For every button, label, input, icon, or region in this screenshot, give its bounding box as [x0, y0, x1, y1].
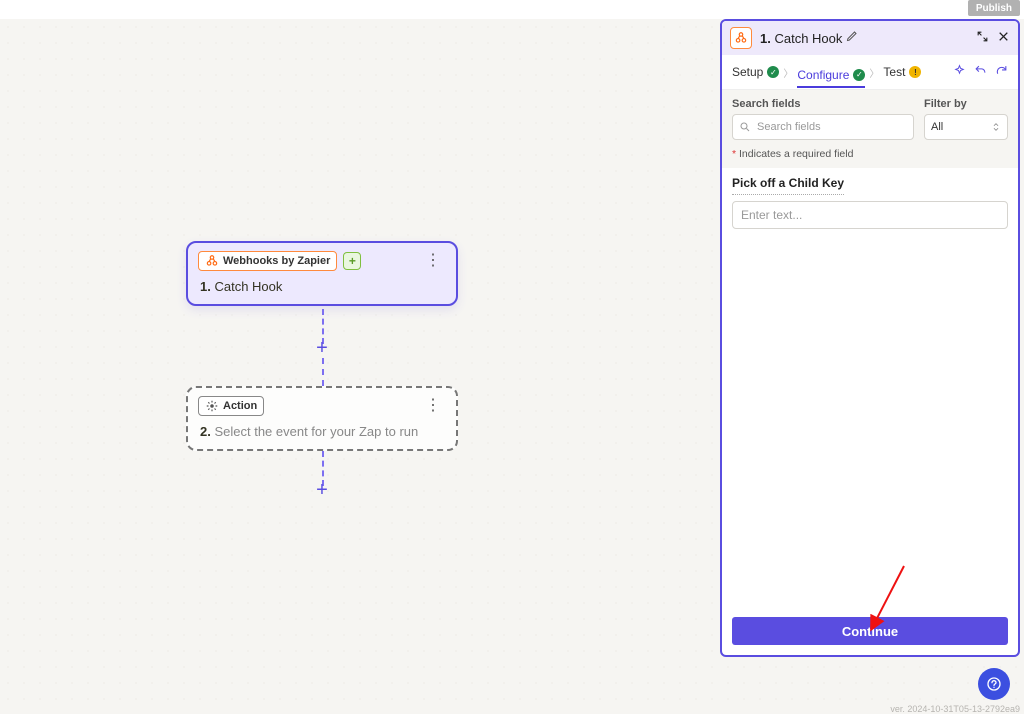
connector-line: [322, 358, 324, 386]
check-icon: ✓: [767, 66, 779, 78]
required-note: * Indicates a required field: [722, 148, 1018, 168]
annotation-arrow: [864, 562, 912, 636]
search-filter-row: Search fields Search fields Filter by Al…: [722, 90, 1018, 148]
tabs-tools: [953, 64, 1008, 80]
tab-configure-label: Configure: [797, 68, 849, 82]
app-chip-webhooks[interactable]: Webhooks by Zapier: [198, 251, 337, 271]
add-step-end[interactable]: +: [313, 481, 331, 499]
version-text: ver. 2024-10-31T05-13-2792ea9: [890, 704, 1020, 714]
tab-setup-label: Setup: [732, 65, 763, 79]
tab-test[interactable]: Test !: [883, 63, 921, 81]
tab-configure[interactable]: Configure ✓: [797, 66, 865, 88]
search-icon: [739, 121, 751, 133]
search-fields-label: Search fields: [732, 98, 914, 110]
asterisk-icon: *: [732, 148, 736, 160]
webhooks-icon: [205, 254, 219, 268]
filter-value: All: [931, 121, 943, 133]
filter-by-select[interactable]: All: [924, 114, 1008, 140]
chevron-updown-icon: [991, 122, 1001, 132]
tab-setup[interactable]: Setup ✓: [732, 63, 779, 81]
node-action-header: Action ⋮: [188, 388, 456, 420]
webhooks-icon: [734, 31, 748, 45]
panel-header: 1. Catch Hook: [722, 21, 1018, 55]
close-icon[interactable]: [997, 30, 1010, 46]
node-trigger-body: 1. Catch Hook: [188, 275, 456, 304]
action-chip[interactable]: Action: [198, 396, 264, 416]
search-fields-input[interactable]: Search fields: [732, 114, 914, 140]
child-key-placeholder: Enter text...: [741, 208, 802, 222]
action-step-title: Select the event for your Zap to run: [214, 424, 418, 439]
add-step-between[interactable]: +: [313, 339, 331, 357]
search-placeholder: Search fields: [757, 121, 821, 133]
action-step-number: 2.: [200, 424, 211, 439]
ai-sparkle-icon[interactable]: [953, 64, 966, 80]
chat-help-icon: [986, 676, 1002, 692]
chevron-right-icon: 〉: [783, 65, 793, 80]
node-menu-trigger[interactable]: ⋮: [419, 257, 446, 265]
panel-step-number: 1.: [760, 31, 771, 46]
panel-tabs: Setup ✓ 〉 Configure ✓ 〉 Test !: [722, 55, 1018, 90]
panel-title: 1. Catch Hook: [760, 31, 842, 46]
trigger-step-number: 1.: [200, 279, 211, 294]
check-icon: ✓: [853, 69, 865, 81]
node-action[interactable]: Action ⋮ 2. Select the event for your Za…: [186, 386, 458, 451]
refresh-icon[interactable]: [995, 64, 1008, 80]
rename-icon[interactable]: [846, 29, 858, 47]
panel-app-icon: [730, 27, 752, 49]
action-chip-label: Action: [223, 400, 257, 412]
child-key-label: Pick off a Child Key: [732, 176, 844, 195]
panel-head-tools: [976, 30, 1010, 46]
node-trigger-header: Webhooks by Zapier + ⋮: [188, 243, 456, 275]
node-menu-action[interactable]: ⋮: [419, 402, 446, 410]
expand-icon[interactable]: [976, 30, 989, 46]
child-key-input[interactable]: Enter text...: [732, 201, 1008, 229]
gear-icon: [205, 399, 219, 413]
undo-icon[interactable]: [974, 64, 987, 80]
required-note-text: Indicates a required field: [739, 148, 853, 160]
trigger-step-title: Catch Hook: [214, 279, 282, 294]
filter-by-label: Filter by: [924, 98, 1008, 110]
app-chip-label: Webhooks by Zapier: [223, 255, 330, 267]
panel-step-title: Catch Hook: [774, 31, 842, 46]
form-area: Pick off a Child Key Enter text...: [722, 168, 1018, 237]
publish-button[interactable]: Publish: [968, 0, 1020, 16]
help-fab[interactable]: [978, 668, 1010, 700]
node-trigger[interactable]: Webhooks by Zapier + ⋮ 1. Catch Hook: [186, 241, 458, 306]
node-action-body: 2. Select the event for your Zap to run: [188, 420, 456, 449]
chevron-right-icon: 〉: [869, 65, 879, 80]
warning-icon: !: [909, 66, 921, 78]
add-step-icon[interactable]: +: [343, 252, 361, 270]
topbar: [0, 0, 1024, 19]
tab-test-label: Test: [883, 65, 905, 79]
